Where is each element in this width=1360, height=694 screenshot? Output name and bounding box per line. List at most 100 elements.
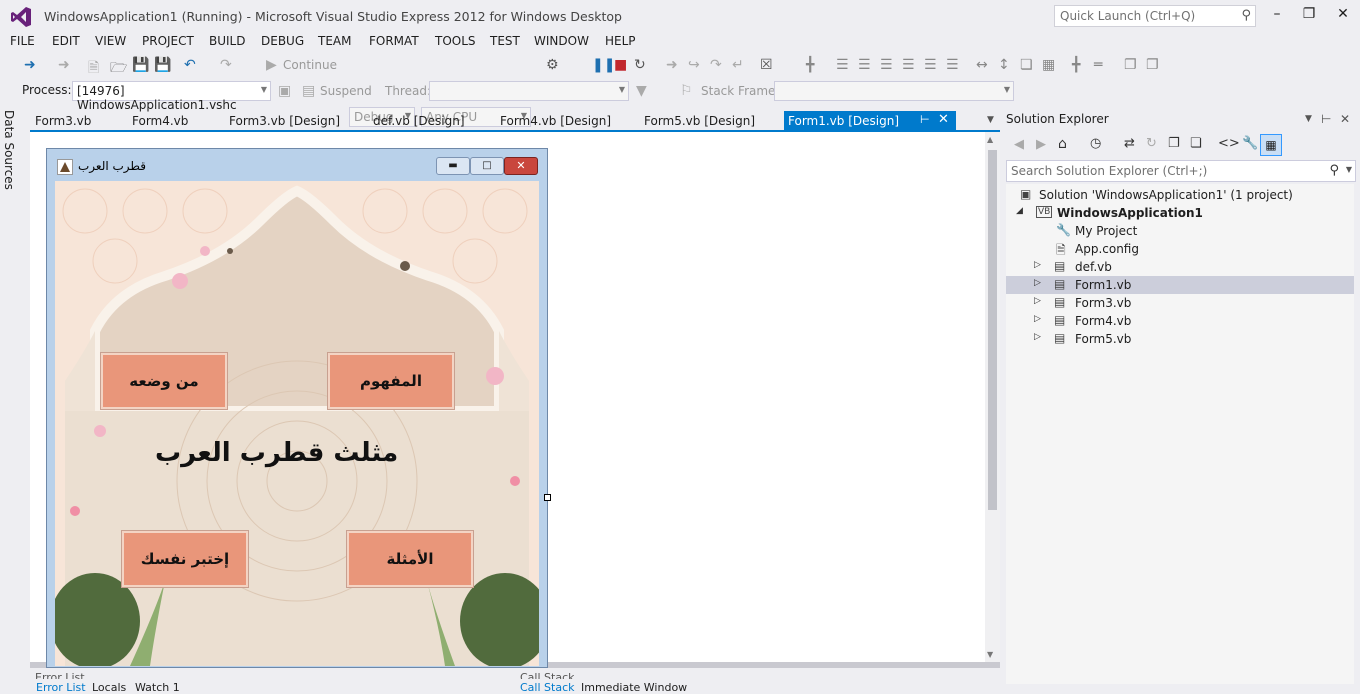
chevron-down-icon[interactable]: ▼ — [1305, 114, 1312, 124]
quick-launch-input[interactable]: Quick Launch (Ctrl+Q) ⚲ — [1054, 5, 1256, 27]
show-next-statement-icon[interactable]: ➜ — [666, 57, 678, 73]
undo-icon[interactable]: ↶ — [184, 57, 196, 73]
align-rights-icon[interactable]: ☰ — [880, 57, 893, 73]
refresh-icon[interactable]: ↻ — [1146, 136, 1157, 151]
tab-form4-design[interactable]: Form4.vb [Design] — [500, 114, 611, 128]
tree-solution-node[interactable]: ▣ Solution 'WindowsApplication1' (1 proj… — [1006, 186, 1354, 204]
menu-tools[interactable]: TOOLS — [435, 34, 476, 48]
pin-icon[interactable]: ⊢ — [920, 113, 930, 126]
save-icon[interactable]: 💾 — [132, 57, 149, 73]
menu-file[interactable]: FILE — [10, 34, 35, 48]
send-to-back-icon[interactable]: ❐ — [1146, 57, 1159, 73]
menu-edit[interactable]: EDIT — [52, 34, 80, 48]
scroll-down-icon[interactable]: ▼ — [987, 650, 993, 659]
properties-icon[interactable]: 🔧 — [1242, 136, 1258, 151]
menu-build[interactable]: BUILD — [209, 34, 245, 48]
tree-item-def-vb[interactable]: ▷ ▤ def.vb — [1006, 258, 1354, 276]
forward-icon[interactable]: ➜ — [58, 57, 70, 73]
examples-button[interactable]: الأمثلة — [347, 531, 473, 587]
restore-button[interactable]: ❐ — [1294, 4, 1324, 24]
align-middles-icon[interactable]: ☰ — [924, 57, 937, 73]
tab-form4-vb[interactable]: Form4.vb — [132, 114, 188, 128]
lifecycle-events-icon[interactable]: ▣ — [278, 83, 291, 99]
vertical-spacing-icon[interactable]: ═ — [1094, 57, 1102, 73]
close-icon[interactable]: ✕ — [1340, 112, 1350, 126]
tree-item-form5-vb[interactable]: ▷ ▤ Form5.vb — [1006, 330, 1354, 348]
tab-def-design[interactable]: def.vb [Design] — [373, 114, 465, 128]
close-button[interactable]: ✕ — [1328, 4, 1358, 24]
hex-display-icon[interactable]: ☒ — [760, 57, 773, 73]
tree-project-node[interactable]: ◢ VB WindowsApplication1 — [1006, 204, 1354, 222]
align-grid-icon[interactable]: ╋ — [806, 57, 814, 73]
test-yourself-button[interactable]: إختبر نفسك — [122, 531, 248, 587]
step-out-icon[interactable]: ↵ — [732, 57, 744, 73]
thread-select[interactable]: ▼ — [429, 81, 629, 101]
restart-icon[interactable]: ↻ — [634, 57, 646, 73]
data-sources-tab[interactable]: Data Sources — [2, 110, 16, 190]
tab-form1-design[interactable]: Form1.vb [Design] ⊢ ✕ — [784, 111, 956, 131]
save-all-icon[interactable]: 💾 — [154, 57, 171, 73]
filter-icon[interactable]: ▼ — [636, 83, 647, 99]
continue-button[interactable]: Continue — [283, 58, 337, 72]
tree-item-my-project[interactable]: 🔧 My Project — [1006, 222, 1354, 240]
continue-icon[interactable]: ▶ — [266, 57, 277, 73]
menu-format[interactable]: FORMAT — [369, 34, 419, 48]
back-icon[interactable]: ➜ — [24, 57, 36, 73]
tab-locals[interactable]: Locals — [92, 681, 126, 694]
menu-project[interactable]: PROJECT — [142, 34, 194, 48]
resize-handle[interactable] — [544, 494, 551, 501]
scrollbar-thumb[interactable] — [988, 150, 997, 510]
home-icon[interactable]: ⌂ — [1058, 136, 1067, 152]
process-select[interactable]: [14976] WindowsApplication1.vshc ▼ — [72, 81, 271, 112]
tab-form3-vb[interactable]: Form3.vb — [35, 114, 91, 128]
tree-item-form4-vb[interactable]: ▷ ▤ Form4.vb — [1006, 312, 1354, 330]
size-to-grid-icon[interactable]: ▦ — [1042, 57, 1055, 73]
suspend-icon[interactable]: ▤ — [302, 83, 315, 99]
view-designer-icon[interactable]: ▦ — [1260, 134, 1282, 156]
collapsed-triangle-icon[interactable]: ▷ — [1034, 332, 1041, 342]
show-all-files-icon[interactable]: ❏ — [1190, 136, 1202, 151]
close-tab-icon[interactable]: ✕ — [938, 112, 949, 127]
step-into-icon[interactable]: ↪ — [688, 57, 700, 73]
menu-window[interactable]: WINDOW — [534, 34, 589, 48]
tab-watch-1[interactable]: Watch 1 — [135, 681, 180, 694]
tree-item-form3-vb[interactable]: ▷ ▤ Form3.vb — [1006, 294, 1354, 312]
tree-item-form1-vb[interactable]: ▷ ▤ Form1.vb — [1006, 276, 1354, 294]
menu-team[interactable]: TEAM — [318, 34, 351, 48]
scroll-up-icon[interactable]: ▲ — [987, 135, 993, 144]
solution-search-input[interactable]: Search Solution Explorer (Ctrl+;) ⚲ ▼ — [1006, 160, 1356, 182]
break-all-icon[interactable]: ❚❚ — [592, 57, 615, 73]
redo-icon[interactable]: ↷ — [220, 57, 232, 73]
who-made-it-button[interactable]: من وضعه — [101, 353, 227, 409]
tab-immediate-window[interactable]: Immediate Window — [581, 681, 687, 694]
tab-error-list[interactable]: Error List — [36, 681, 86, 694]
menu-view[interactable]: VIEW — [95, 34, 126, 48]
menu-test[interactable]: TEST — [490, 34, 520, 48]
collapse-all-icon[interactable]: ❐ — [1168, 136, 1180, 151]
flag-thread-icon[interactable]: ⚐ — [680, 83, 693, 99]
collapsed-triangle-icon[interactable]: ▷ — [1034, 314, 1041, 324]
collapsed-triangle-icon[interactable]: ▷ — [1034, 278, 1041, 288]
tab-overflow-chevron-icon[interactable]: ▼ — [987, 115, 994, 125]
make-same-height-icon[interactable]: ↕ — [998, 57, 1010, 73]
expanded-triangle-icon[interactable]: ◢ — [1016, 206, 1023, 216]
make-same-width-icon[interactable]: ↔ — [976, 57, 988, 73]
tab-form5-design[interactable]: Form5.vb [Design] — [644, 114, 755, 128]
tree-item-app-config[interactable]: 🗎 App.config — [1006, 240, 1354, 258]
attach-icon[interactable]: ⚙ — [546, 57, 559, 73]
horizontal-spacing-icon[interactable]: ╋ — [1072, 57, 1080, 73]
align-bottoms-icon[interactable]: ☰ — [946, 57, 959, 73]
tab-call-stack[interactable]: Call Stack — [520, 681, 574, 694]
bring-to-front-icon[interactable]: ❐ — [1124, 57, 1137, 73]
pin-icon[interactable]: ⊢ — [1321, 112, 1331, 126]
stack-frame-select[interactable]: ▼ — [774, 81, 1014, 101]
form-close-button[interactable]: ✕ — [504, 157, 538, 175]
menu-debug[interactable]: DEBUG — [261, 34, 304, 48]
form-maximize-button[interactable]: □ — [470, 157, 504, 175]
history-icon[interactable]: ◷ — [1090, 136, 1101, 151]
stop-debugging-icon[interactable]: ■ — [614, 57, 627, 73]
sync-icon[interactable]: ⇄ — [1124, 136, 1135, 151]
collapsed-triangle-icon[interactable]: ▷ — [1034, 260, 1041, 270]
menu-help[interactable]: HELP — [605, 34, 636, 48]
forward-icon[interactable]: ▶ — [1036, 137, 1046, 152]
